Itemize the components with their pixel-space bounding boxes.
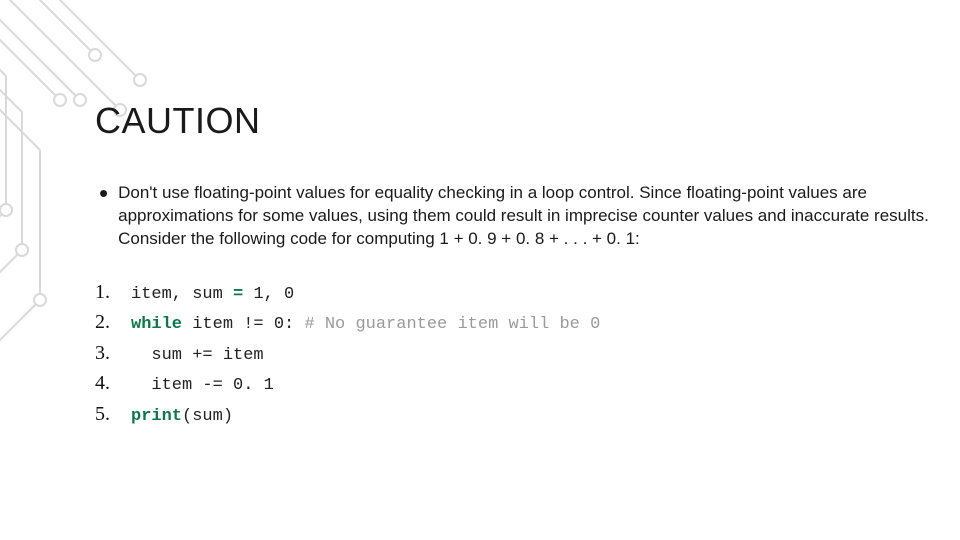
bullet-item: • Don't use floating-point values for eq… bbox=[95, 182, 930, 251]
line-number: 4. bbox=[95, 368, 123, 398]
code-line-3: 3. sum += item bbox=[95, 338, 930, 369]
line-number: 1. bbox=[95, 277, 123, 307]
code-line-4: 4. item -= 0. 1 bbox=[95, 368, 930, 399]
code-text: while item != 0: # No guarantee item wil… bbox=[131, 312, 600, 338]
code-line-5: 5. print(sum) bbox=[95, 399, 930, 430]
code-text: item, sum = 1, 0 bbox=[131, 282, 294, 308]
bullet-marker: • bbox=[99, 184, 108, 202]
paragraph-text: Don't use floating-point values for equa… bbox=[118, 182, 930, 251]
slide-content: CAUTION • Don't use floating-point value… bbox=[95, 100, 930, 429]
code-text: print(sum) bbox=[131, 404, 233, 430]
code-block: 1. item, sum = 1, 0 2. while item != 0: … bbox=[95, 277, 930, 430]
slide-title: CAUTION bbox=[95, 100, 930, 142]
code-text: item -= 0. 1 bbox=[131, 373, 274, 399]
code-text: sum += item bbox=[131, 343, 264, 369]
line-number: 5. bbox=[95, 399, 123, 429]
line-number: 3. bbox=[95, 338, 123, 368]
line-number: 2. bbox=[95, 307, 123, 337]
code-line-1: 1. item, sum = 1, 0 bbox=[95, 277, 930, 308]
code-line-2: 2. while item != 0: # No guarantee item … bbox=[95, 307, 930, 338]
